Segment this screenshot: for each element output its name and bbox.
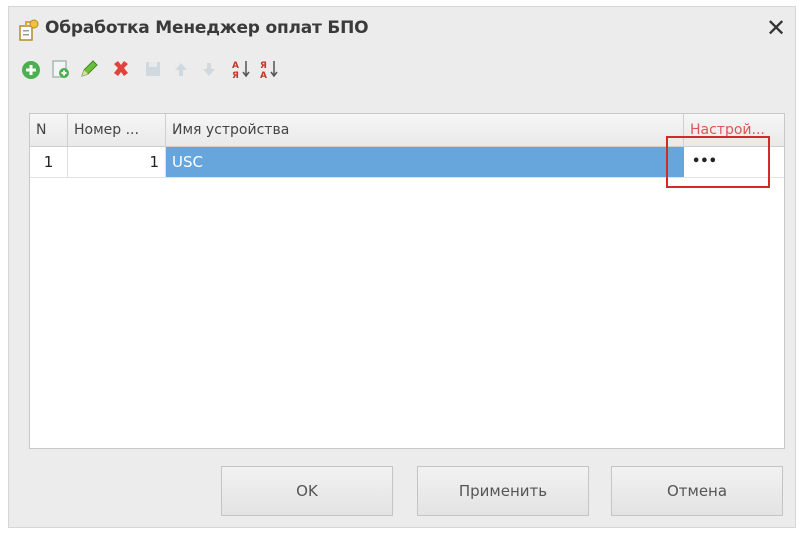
edit-button[interactable] xyxy=(77,57,103,83)
move-down-button[interactable] xyxy=(197,57,223,83)
svg-text:А: А xyxy=(260,71,267,81)
toolbar: А Я Я А xyxy=(13,57,413,87)
window-title: Обработка Менеджер оплат БПО xyxy=(45,18,369,38)
sort-descending-icon[interactable]: Я А xyxy=(257,57,281,81)
sort-ascending-icon[interactable]: А Я xyxy=(229,57,253,81)
close-icon[interactable]: ✕ xyxy=(766,14,786,42)
dialog-window: Обработка Менеджер оплат БПО ✕ А Я Я А N… xyxy=(8,6,796,528)
copy-button[interactable] xyxy=(49,57,75,83)
delete-icon[interactable] xyxy=(109,57,133,81)
highlight-box xyxy=(666,136,770,188)
sort-ascending-button[interactable]: А Я xyxy=(229,57,255,83)
apply-button[interactable]: Применить xyxy=(417,466,589,516)
copy-icon[interactable] xyxy=(49,57,73,81)
svg-text:Я: Я xyxy=(232,71,239,81)
save-button[interactable] xyxy=(141,57,167,83)
title-bar: Обработка Менеджер оплат БПО ✕ xyxy=(9,7,795,53)
cell-n[interactable]: 1 xyxy=(30,147,68,177)
cancel-button[interactable]: Отмена xyxy=(611,466,783,516)
cell-device-name[interactable]: USC xyxy=(166,147,684,177)
close-button[interactable]: ✕ xyxy=(763,14,789,42)
move-up-icon[interactable] xyxy=(169,57,193,81)
add-icon[interactable] xyxy=(19,57,43,81)
move-up-button[interactable] xyxy=(169,57,195,83)
column-header-n[interactable]: N xyxy=(30,114,68,146)
column-header-number[interactable]: Номер ... xyxy=(68,114,166,146)
svg-text:Я: Я xyxy=(260,61,267,71)
save-icon[interactable] xyxy=(141,57,165,81)
sort-descending-button[interactable]: Я А xyxy=(257,57,283,83)
column-header-device-name[interactable]: Имя устройства xyxy=(166,114,684,146)
svg-text:А: А xyxy=(232,61,239,71)
add-button[interactable] xyxy=(19,57,45,83)
move-down-icon[interactable] xyxy=(197,57,221,81)
cell-number[interactable]: 1 xyxy=(68,147,166,177)
delete-button[interactable] xyxy=(109,57,135,83)
edit-icon[interactable] xyxy=(77,57,101,81)
ok-button[interactable]: OK xyxy=(221,466,393,516)
processing-icon xyxy=(17,18,41,42)
